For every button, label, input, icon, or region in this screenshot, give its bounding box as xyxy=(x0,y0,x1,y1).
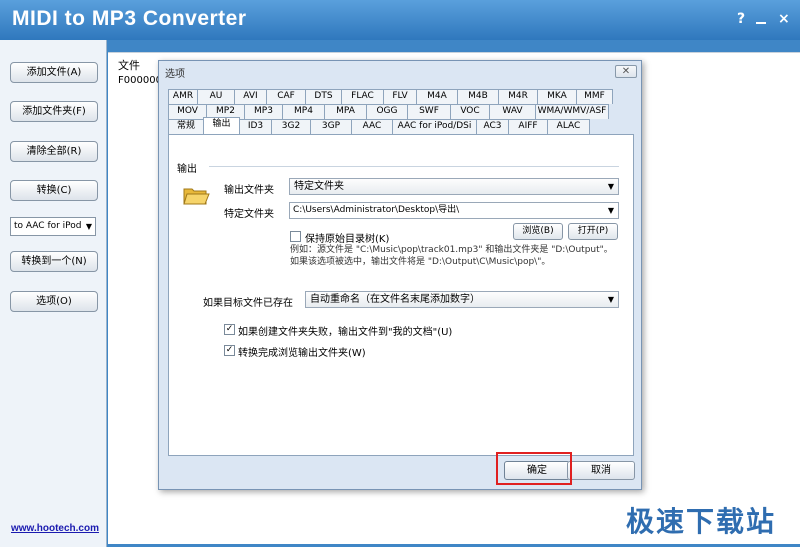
dropdown-arrow-icon: ▼ xyxy=(607,206,614,215)
help-icon[interactable]: ? xyxy=(737,11,745,27)
convert-to-one-button[interactable]: 转换到一个(N) xyxy=(10,251,98,272)
exists-select[interactable]: 自动重命名（在文件名末尾添加数字） ▼ xyxy=(305,291,619,308)
output-folder-value: 特定文件夹 xyxy=(294,181,344,192)
example-note-line2: 如果该选项被选中，输出文件将是 "D:\Output\C\Music\pop\"… xyxy=(290,257,551,267)
file-row[interactable]: F000000 xyxy=(118,75,162,86)
cancel-button[interactable]: 取消 xyxy=(567,461,635,480)
tab-m4a[interactable]: M4A xyxy=(416,89,458,104)
clear-all-button[interactable]: 清除全部(R) xyxy=(10,141,98,162)
tab-3gp[interactable]: 3GP xyxy=(310,119,352,134)
exists-value: 自动重命名（在文件名末尾添加数字） xyxy=(310,294,480,305)
add-files-button[interactable]: 添加文件(A) xyxy=(10,62,98,83)
website-link[interactable]: www.hootech.com xyxy=(11,523,99,534)
options-button[interactable]: 选项(O) xyxy=(10,291,98,312)
tab-aac[interactable]: AAC xyxy=(351,119,393,134)
fail-option-checkbox[interactable]: ✓ xyxy=(224,324,235,335)
browse-option-label: 转换完成浏览输出文件夹(W) xyxy=(238,348,366,359)
tab-au[interactable]: AU xyxy=(197,89,235,104)
tab-wav[interactable]: WAV xyxy=(489,104,536,119)
tab-amr[interactable]: AMR xyxy=(168,89,198,104)
tab-mpa[interactable]: MPA xyxy=(324,104,367,119)
tab-aiff[interactable]: AIFF xyxy=(508,119,548,134)
example-note-line1: 例如：源文件是 "C:\Music\pop\track01.mp3" 和输出文件… xyxy=(290,245,613,255)
tab-row-3: 常规 输出 ID3 3G2 3GP AAC AAC for iPod/DSi AC3 AIFF A… xyxy=(168,117,590,134)
options-dialog: 选项 ✕ AMR AU AVI CAF DTS FLAC FLV M4A M4B M4R MKA MM… xyxy=(158,60,642,490)
tab-ogg[interactable]: OGG xyxy=(366,104,408,119)
tab-mka[interactable]: MKA xyxy=(537,89,577,104)
browse-button[interactable]: 浏览(B) xyxy=(513,223,563,240)
output-folder-select[interactable]: 特定文件夹 ▼ xyxy=(289,178,619,195)
output-folder-label: 输出文件夹 xyxy=(224,185,274,196)
tab-aac-for-ipod-dsi[interactable]: AAC for iPod/DSi xyxy=(392,119,477,134)
output-panel: 输出 输出文件夹 特定文件夹 ▼ 特定文件夹 C:\Users\Administ… xyxy=(168,134,634,456)
tab-m4b[interactable]: M4B xyxy=(457,89,499,104)
dropdown-arrow-icon: ▼ xyxy=(607,182,614,191)
format-select-value: to AAC for iPod xyxy=(14,221,82,231)
tab-row-1: AMR AU AVI CAF DTS FLAC FLV M4A M4B M4R MKA MMF xyxy=(168,89,613,104)
tab--[interactable]: 输出 xyxy=(203,117,240,134)
specific-folder-value: C:\Users\Administrator\Desktop\导出\ xyxy=(293,205,460,215)
specific-folder-label: 特定文件夹 xyxy=(224,209,274,220)
title-bar: MIDI to MP3 Converter ? × xyxy=(0,0,800,40)
tab-voc[interactable]: VOC xyxy=(450,104,490,119)
dialog-title: 选项 xyxy=(165,69,185,80)
file-column-header[interactable]: 文件 xyxy=(118,57,140,73)
fail-option-label: 如果创建文件夹失败，输出文件到"我的文档"(U) xyxy=(238,327,453,338)
tab-mp4[interactable]: MP4 xyxy=(282,104,325,119)
keep-tree-label: 保持原始目录树(K) xyxy=(305,234,390,245)
tab-mov[interactable]: MOV xyxy=(168,104,207,119)
minimize-icon[interactable] xyxy=(756,22,766,24)
app-title: MIDI to MP3 Converter xyxy=(12,7,247,30)
tab-mp3[interactable]: MP3 xyxy=(244,104,283,119)
exists-label: 如果目标文件已存在 xyxy=(203,298,293,309)
tab-wma-wmv-asf[interactable]: WMA/WMV/ASF xyxy=(535,104,609,119)
tab-m4r[interactable]: M4R xyxy=(498,89,538,104)
add-folder-button[interactable]: 添加文件夹(F) xyxy=(10,101,98,122)
open-button[interactable]: 打开(P) xyxy=(568,223,618,240)
tab-dts[interactable]: DTS xyxy=(305,89,342,104)
watermark: 极速下载站 xyxy=(626,505,777,538)
dropdown-arrow-icon: ▼ xyxy=(607,295,614,304)
dialog-close-icon[interactable]: ✕ xyxy=(615,65,637,78)
tab-caf[interactable]: CAF xyxy=(266,89,306,104)
browse-option-checkbox[interactable]: ✓ xyxy=(224,345,235,356)
specific-folder-input[interactable]: C:\Users\Administrator\Desktop\导出\ ▼ xyxy=(289,202,619,219)
tab-id3[interactable]: ID3 xyxy=(239,119,272,134)
tab-alac[interactable]: ALAC xyxy=(547,119,590,134)
tab-avi[interactable]: AVI xyxy=(234,89,267,104)
folder-icon xyxy=(183,188,210,205)
section-divider xyxy=(209,166,619,167)
tab-3g2[interactable]: 3G2 xyxy=(271,119,311,134)
tab-flac[interactable]: FLAC xyxy=(341,89,384,104)
keep-tree-checkbox[interactable] xyxy=(290,231,301,242)
format-select[interactable]: to AAC for iPod ▼ xyxy=(10,217,96,236)
close-icon[interactable]: × xyxy=(778,11,790,27)
tab--[interactable]: 常规 xyxy=(168,119,204,134)
tab-swf[interactable]: SWF xyxy=(407,104,451,119)
tab-flv[interactable]: FLV xyxy=(383,89,417,104)
dropdown-arrow-icon: ▼ xyxy=(85,222,92,231)
sidebar: 添加文件(A) 添加文件夹(F) 清除全部(R) 转换(C) to AAC fo… xyxy=(0,40,107,547)
tab-ac3[interactable]: AC3 xyxy=(476,119,509,134)
tab-mmf[interactable]: MMF xyxy=(576,89,613,104)
ok-highlight-box xyxy=(496,452,572,485)
output-section-label: 输出 xyxy=(177,164,197,175)
convert-button[interactable]: 转换(C) xyxy=(10,180,98,201)
